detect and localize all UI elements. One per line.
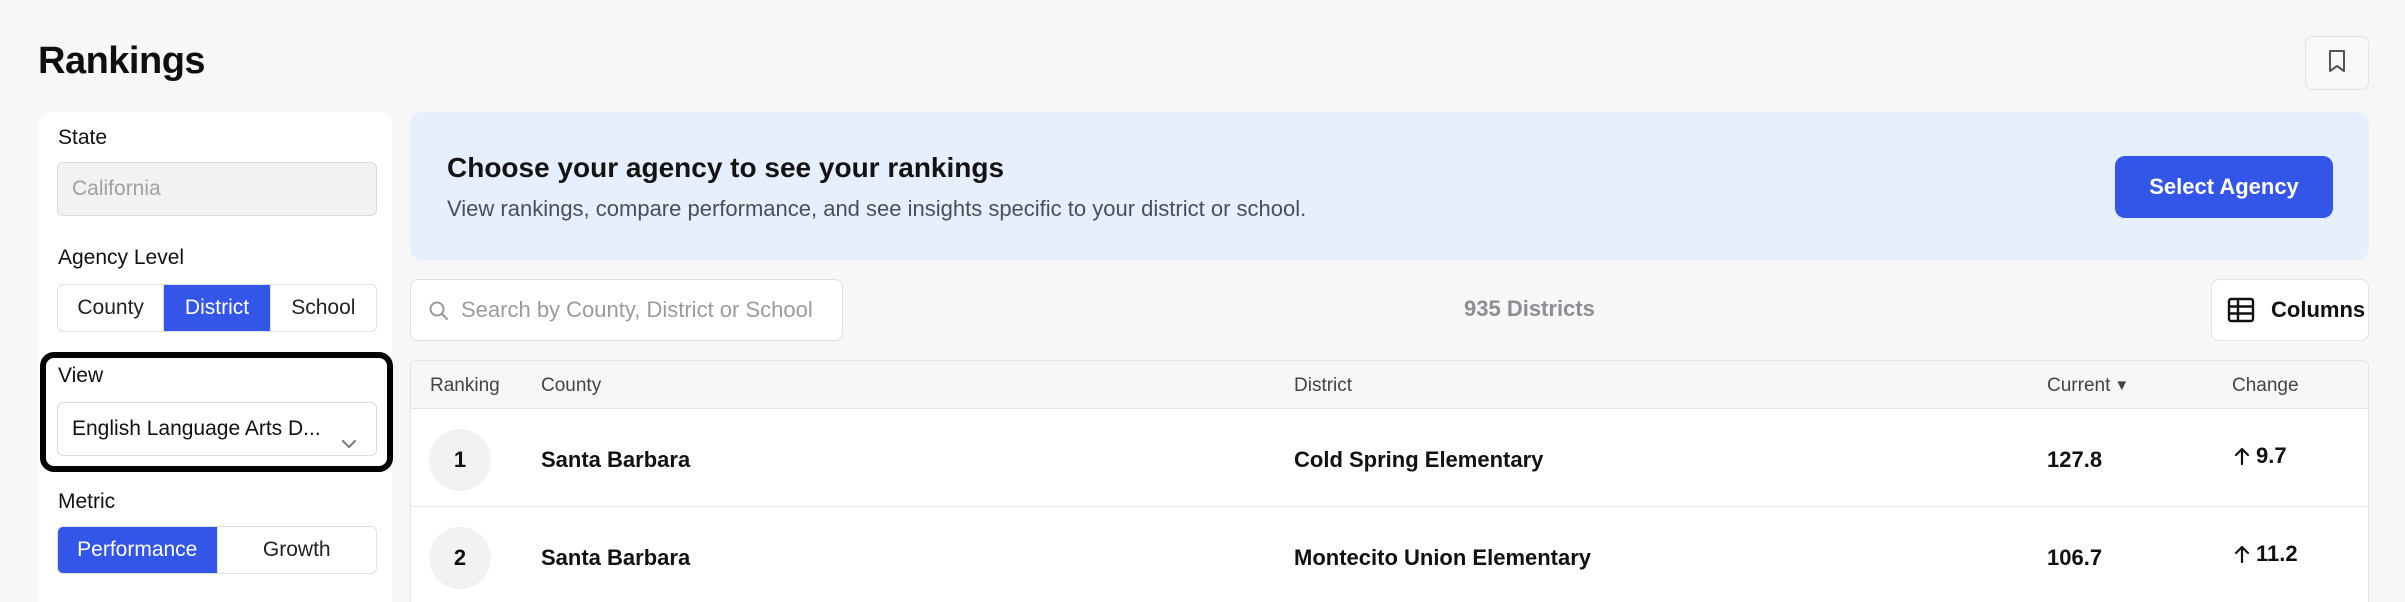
row-change-value: 9.7 <box>2256 443 2287 468</box>
agency-level-county-button[interactable]: County <box>58 285 164 331</box>
metric-label: Metric <box>58 490 116 513</box>
row-current: 106.7 <box>2047 545 2103 570</box>
search-icon <box>428 300 450 327</box>
rank-badge: 1 <box>429 429 491 491</box>
arrow-up-icon <box>2234 545 2250 564</box>
agency-level-label: Agency Level <box>58 246 185 269</box>
bookmark-button[interactable] <box>2305 36 2369 90</box>
metric-growth-button[interactable]: Growth <box>216 527 376 573</box>
banner-subtitle: View rankings, compare performance, and … <box>447 196 1307 221</box>
row-district: Cold Spring Elementary <box>1294 447 1544 472</box>
row-change: 11.2 <box>2234 541 2298 567</box>
view-select[interactable]: English Language Arts D... <box>57 402 377 456</box>
chevron-down-icon <box>340 419 358 470</box>
banner-title: Choose your agency to see your rankings <box>447 152 1005 183</box>
sort-desc-icon: ▼ <box>2114 377 2130 394</box>
search-input[interactable] <box>461 294 831 326</box>
row-current: 127.8 <box>2047 447 2103 472</box>
table-header: Ranking County District Current ▼ Change <box>411 361 2368 409</box>
results-count: 935 Districts <box>1464 296 1595 321</box>
row-district: Montecito Union Elementary <box>1294 545 1592 570</box>
page-title: Rankings <box>38 40 206 82</box>
agency-level-toggle: County District School <box>57 284 377 332</box>
view-label: View <box>58 364 104 387</box>
metric-toggle: Performance Growth <box>57 526 377 574</box>
filter-sidebar: State California Agency Level County Dis… <box>38 112 393 602</box>
column-header-ranking[interactable]: Ranking <box>430 375 500 397</box>
column-header-district[interactable]: District <box>1294 375 1352 397</box>
row-county: Santa Barbara <box>541 545 691 570</box>
search-box <box>410 279 843 341</box>
columns-label: Columns <box>2271 297 2366 322</box>
view-select-value: English Language Arts D... <box>72 417 321 440</box>
row-change-value: 11.2 <box>2256 541 2298 566</box>
column-header-county[interactable]: County <box>541 375 601 397</box>
metric-performance-button[interactable]: Performance <box>58 527 217 573</box>
column-header-current-label: Current <box>2047 375 2111 396</box>
table-columns-icon <box>2227 297 2255 323</box>
row-county: Santa Barbara <box>541 447 691 472</box>
row-change: 9.7 <box>2234 443 2287 469</box>
table-row[interactable]: 1 Santa Barbara Cold Spring Elementary 1… <box>411 409 2368 507</box>
column-header-change[interactable]: Change <box>2232 375 2299 397</box>
table-row[interactable]: 2 Santa Barbara Montecito Union Elementa… <box>411 507 2368 602</box>
agency-banner: Choose your agency to see your rankings … <box>410 112 2369 260</box>
rank-badge: 2 <box>429 527 491 589</box>
arrow-up-icon <box>2234 447 2250 466</box>
column-header-current[interactable]: Current ▼ <box>2047 375 2129 397</box>
agency-level-district-button[interactable]: District <box>163 285 270 331</box>
rankings-table: Ranking County District Current ▼ Change … <box>410 360 2369 602</box>
state-label: State <box>58 126 108 149</box>
agency-level-school-button[interactable]: School <box>269 285 376 331</box>
select-agency-button[interactable]: Select Agency <box>2115 156 2333 218</box>
bookmark-icon <box>2327 49 2347 78</box>
state-field: California <box>57 162 377 216</box>
columns-button[interactable]: Columns <box>2211 279 2369 341</box>
